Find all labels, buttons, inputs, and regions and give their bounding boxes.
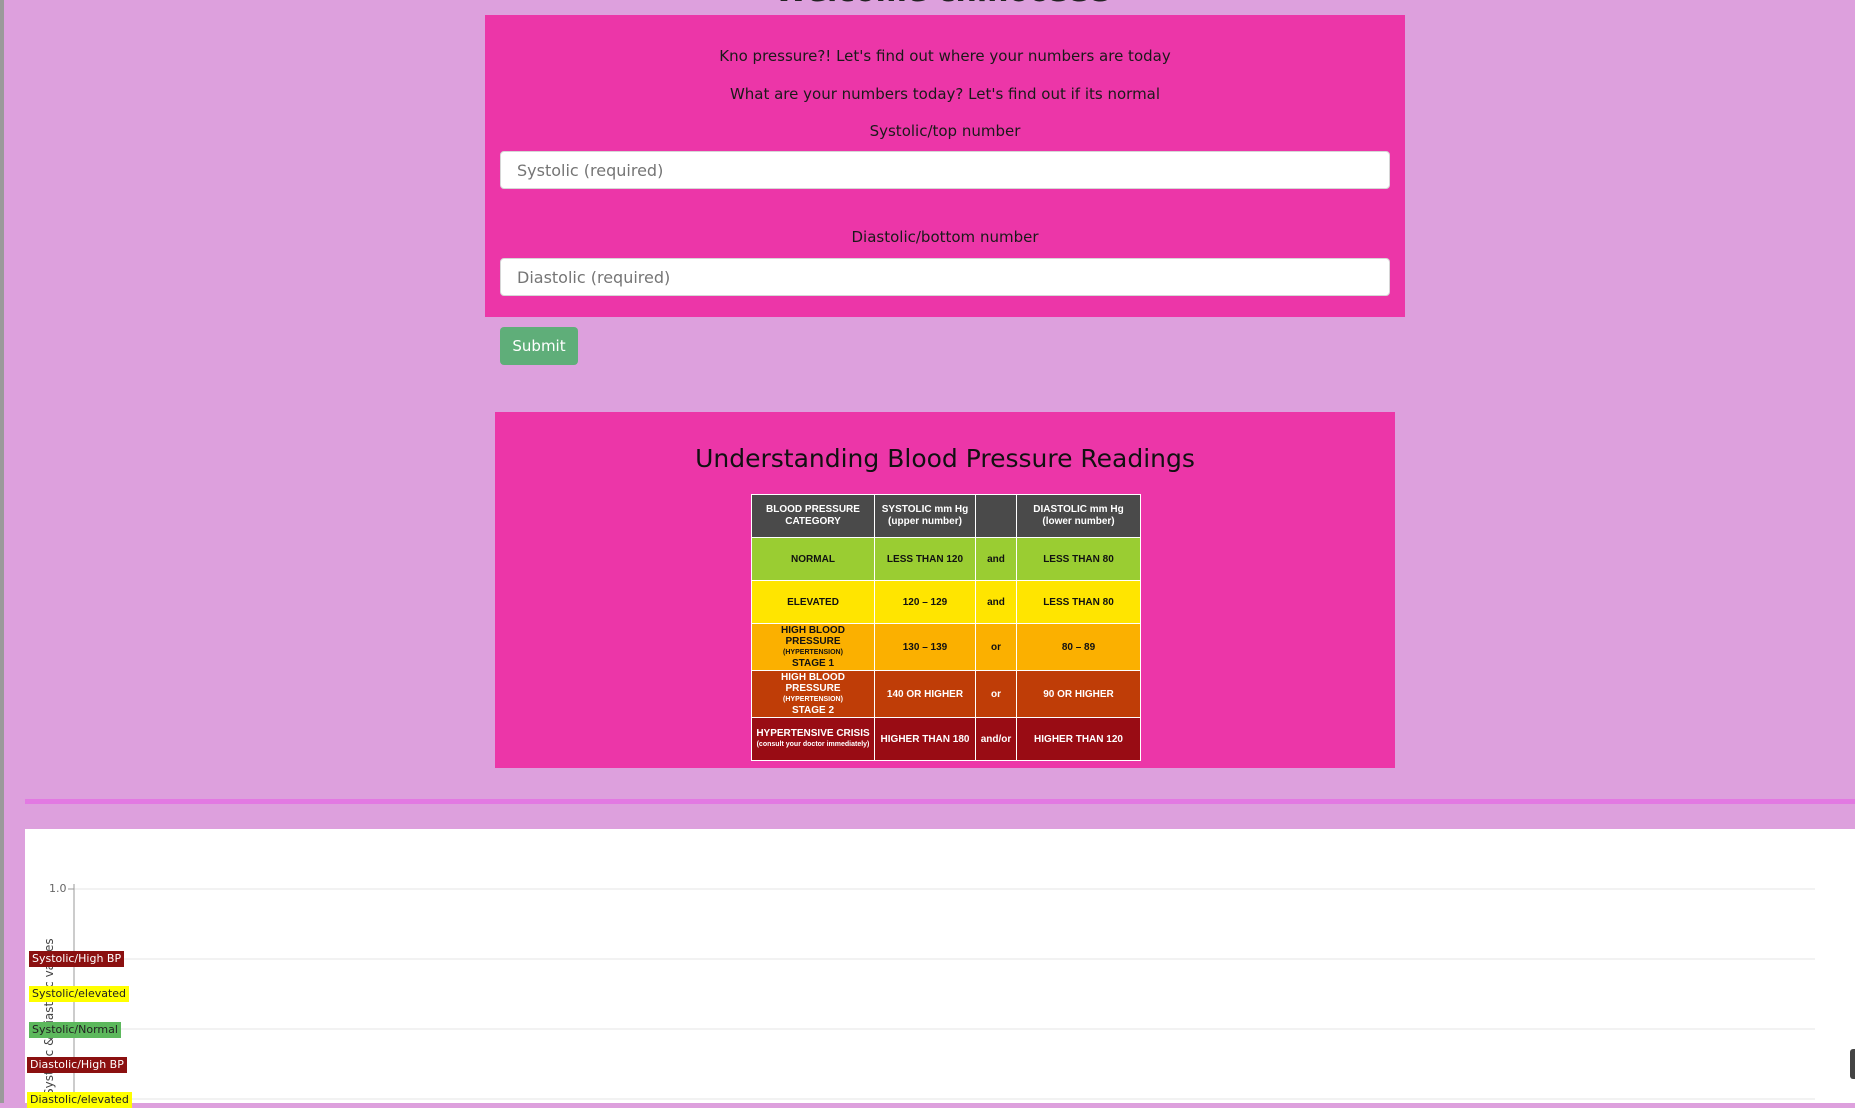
header-join	[975, 494, 1017, 538]
diastolic-input[interactable]	[500, 258, 1390, 296]
diastolic-cell: 90 OR HIGHER	[1016, 670, 1141, 718]
bp-category-table: BLOOD PRESSURE CATEGORY SYSTOLIC mm Hg (…	[751, 494, 1141, 761]
legend-diastolic-elevated[interactable]: Diastolic/elevated	[27, 1092, 132, 1108]
table-row: ELEVATED 120 – 129 and LESS THAN 80	[751, 580, 1141, 624]
diastolic-cell: 80 – 89	[1016, 623, 1141, 671]
join-cell: or	[975, 623, 1017, 671]
category-cell: NORMAL	[751, 537, 875, 581]
join-cell: and	[975, 580, 1017, 624]
diastolic-cell: LESS THAN 80	[1016, 580, 1141, 624]
join-cell: and/or	[975, 717, 1017, 761]
systolic-cell: 140 OR HIGHER	[874, 670, 976, 718]
category-cell: HIGH BLOOD PRESSURE (HYPERTENSION) STAGE…	[751, 623, 875, 671]
systolic-cell: LESS THAN 120	[874, 537, 976, 581]
category-name: HIGH BLOOD PRESSURE	[781, 625, 845, 647]
table-row: HYPERTENSIVE CRISIS (consult your doctor…	[751, 717, 1141, 761]
chart-canvas	[68, 884, 1815, 1103]
category-sub: (HYPERTENSION)	[783, 696, 843, 703]
category-name: HYPERTENSIVE CRISIS	[756, 728, 870, 739]
category-stage: STAGE 2	[791, 705, 835, 716]
join-cell: and	[975, 537, 1017, 581]
systolic-cell: 130 – 139	[874, 623, 976, 671]
join-cell: or	[975, 670, 1017, 718]
bp-reference-panel: Understanding Blood Pressure Readings BL…	[495, 412, 1395, 768]
systolic-cell: HIGHER THAN 180	[874, 717, 976, 761]
table-row: HIGH BLOOD PRESSURE (HYPERTENSION) STAGE…	[751, 670, 1141, 718]
intro-text: Kno pressure?! Let's find out where your…	[719, 47, 1171, 65]
header-systolic: SYSTOLIC mm Hg (upper number)	[874, 494, 976, 538]
category-name: HIGH BLOOD PRESSURE	[781, 672, 845, 694]
legend-systolic-normal[interactable]: Systolic/Normal	[29, 1022, 121, 1038]
systolic-cell: 120 – 129	[874, 580, 976, 624]
reference-title: Understanding Blood Pressure Readings	[695, 444, 1195, 473]
table-header-row: BLOOD PRESSURE CATEGORY SYSTOLIC mm Hg (…	[751, 494, 1141, 538]
header-diastolic: DIASTOLIC mm Hg (lower number)	[1016, 494, 1141, 538]
legend-diastolic-high[interactable]: Diastolic/High BP	[27, 1057, 127, 1073]
legend-systolic-high[interactable]: Systolic/High BP	[29, 951, 125, 967]
submit-button[interactable]: Submit	[500, 327, 578, 365]
category-sub: (consult your doctor immediately)	[756, 741, 870, 748]
diastolic-label: Diastolic/bottom number	[851, 228, 1039, 246]
blood-pressure-form: Kno pressure?! Let's find out where your…	[485, 15, 1405, 317]
category-cell: ELEVATED	[751, 580, 875, 624]
legend-systolic-elevated[interactable]: Systolic/elevated	[29, 986, 130, 1002]
y-tick-label: 1.0	[49, 882, 67, 895]
window-left-border	[0, 0, 4, 1103]
scrollbar-handle[interactable]	[1850, 1049, 1855, 1079]
welcome-heading: Welcome chinoo333	[0, 0, 1855, 9]
table-row: NORMAL LESS THAN 120 and LESS THAN 80	[751, 537, 1141, 581]
header-category: BLOOD PRESSURE CATEGORY	[751, 494, 875, 538]
category-cell: HYPERTENSIVE CRISIS (consult your doctor…	[751, 717, 875, 761]
bp-history-chart: 1.0 Systolic & Diastolic values Systolic…	[25, 829, 1855, 1108]
intro-question: What are your numbers today? Let's find …	[729, 85, 1161, 103]
systolic-label: Systolic/top number	[869, 122, 1021, 140]
table-row: HIGH BLOOD PRESSURE (HYPERTENSION) STAGE…	[751, 623, 1141, 671]
diastolic-cell: HIGHER THAN 120	[1016, 717, 1141, 761]
y-axis-label: Systolic & Diastolic values	[42, 938, 56, 1096]
category-cell: HIGH BLOOD PRESSURE (HYPERTENSION) STAGE…	[751, 670, 875, 718]
systolic-input[interactable]	[500, 151, 1390, 189]
section-divider	[25, 799, 1855, 804]
category-sub: (HYPERTENSION)	[783, 649, 843, 656]
diastolic-cell: LESS THAN 80	[1016, 537, 1141, 581]
category-stage: STAGE 1	[791, 658, 835, 669]
